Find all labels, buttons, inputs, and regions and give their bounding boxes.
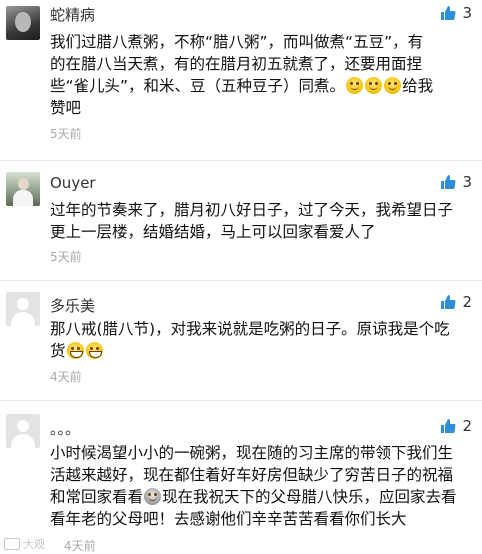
like-button[interactable]: 2 bbox=[440, 417, 472, 435]
like-count: 3 bbox=[462, 173, 472, 191]
like-count: 2 bbox=[462, 417, 472, 435]
smile-emoji-icon bbox=[365, 77, 383, 94]
divider bbox=[0, 280, 482, 281]
avatar[interactable] bbox=[6, 172, 40, 206]
comment-username[interactable]: 多乐美 bbox=[50, 295, 95, 316]
comment-username[interactable]: 。。。 bbox=[50, 418, 80, 439]
comment-text: 我们过腊八煮粥，不称“腊八粥”，而叫做煮“五豆”，有 的在腊八当天煮，有的在腊月… bbox=[50, 33, 434, 117]
comment-text: 小时候渴望小小的一碗粥，现在随的习主席的带领下我们生 活越来越好，现在都住着好车… bbox=[50, 444, 457, 528]
grin-emoji-icon bbox=[85, 342, 103, 359]
like-count: 3 bbox=[462, 4, 472, 22]
comment-time: 5天前 bbox=[50, 250, 82, 264]
avatar[interactable] bbox=[6, 292, 40, 326]
comment-time: 5天前 bbox=[50, 127, 82, 141]
grin-emoji-icon bbox=[66, 342, 84, 359]
comment-text: 过年的节奏来了，腊月初八好日子，过了今天，我希望日子 更上一层楼，结婚结婚，马上… bbox=[50, 201, 454, 241]
thumbs-up-icon bbox=[441, 175, 456, 189]
emoji-group bbox=[345, 77, 402, 95]
avatar[interactable] bbox=[6, 6, 40, 40]
watermark: 大观 bbox=[4, 536, 45, 552]
face-emoji-icon bbox=[144, 488, 162, 505]
comment-username[interactable]: Ouyer bbox=[50, 174, 96, 192]
smile-emoji-icon bbox=[384, 77, 402, 94]
thumbs-up-icon bbox=[441, 419, 456, 433]
comment-text: 那八戒(腊八节)，对我来说就是吃粥的日子。原谅我是个吃 货 bbox=[50, 320, 450, 360]
like-button[interactable]: 3 bbox=[440, 4, 472, 22]
comment-time: 4天前 bbox=[50, 370, 82, 384]
thumbs-up-icon bbox=[441, 6, 456, 20]
divider bbox=[0, 400, 482, 401]
thumbs-up-icon bbox=[441, 295, 456, 309]
like-button[interactable]: 3 bbox=[440, 173, 472, 191]
like-count: 2 bbox=[462, 293, 472, 311]
smile-emoji-icon bbox=[346, 77, 364, 94]
camera-icon bbox=[4, 538, 20, 550]
comment-time: 4天前 bbox=[64, 539, 96, 553]
like-button[interactable]: 2 bbox=[440, 293, 472, 311]
avatar[interactable] bbox=[6, 414, 40, 448]
comment-username[interactable]: 蛇精病 bbox=[50, 4, 95, 25]
divider bbox=[0, 160, 482, 161]
